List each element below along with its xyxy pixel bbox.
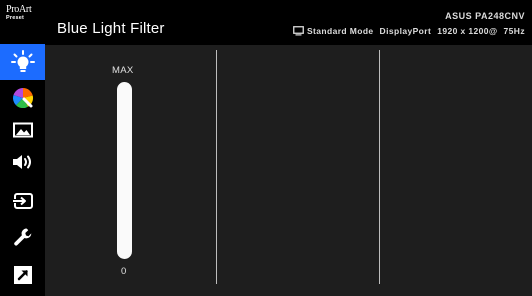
sidebar-item-input-select[interactable]	[0, 183, 45, 219]
slider-max-label: MAX	[112, 65, 134, 76]
monitor-icon	[293, 26, 304, 36]
sound-icon	[12, 155, 31, 169]
mode-label: Standard Mode	[306, 26, 374, 36]
input-select-icon	[11, 193, 33, 209]
column-divider-2	[379, 50, 380, 284]
sidebar-item-shortcut[interactable]	[0, 257, 45, 293]
logo-line2: Preset	[6, 15, 25, 21]
wrench-icon	[13, 228, 31, 246]
blue-light-filter-slider[interactable]	[117, 82, 132, 259]
sidebar-item-image[interactable]	[0, 112, 45, 148]
shortcut-icon	[13, 266, 32, 284]
sidebar-item-blue-light-filter[interactable]	[0, 44, 45, 80]
osd-menu: ProArt Preset Blue Light Filter ASUS PA2…	[0, 0, 532, 296]
input-label: DisplayPort	[379, 26, 432, 36]
content-panel: MAX 0	[45, 45, 532, 296]
proart-logo: ProArt Preset	[6, 5, 40, 27]
image-icon	[12, 122, 33, 138]
sidebar-item-color[interactable]	[0, 80, 45, 116]
sidebar-item-system-setup[interactable]	[0, 219, 45, 255]
resolution-label: 1920 x 1200@	[437, 26, 498, 36]
refresh-rate-label: 75Hz	[503, 26, 525, 36]
header: Blue Light Filter ASUS PA248CNV Standard…	[45, 0, 532, 45]
slider-min-label: 0	[121, 266, 127, 277]
color-icon	[12, 87, 33, 109]
model-name: ASUS PA248CNV	[445, 11, 525, 21]
page-title: Blue Light Filter	[57, 20, 165, 37]
sidebar-item-sound[interactable]	[0, 144, 45, 180]
logo-line1: ProArt	[6, 4, 32, 15]
bulb-icon	[10, 50, 35, 72]
sidebar: ProArt Preset	[0, 0, 45, 296]
column-divider-1	[216, 50, 217, 284]
status-bar: Standard Mode DisplayPort 1920 x 1200@ 7…	[293, 26, 525, 36]
